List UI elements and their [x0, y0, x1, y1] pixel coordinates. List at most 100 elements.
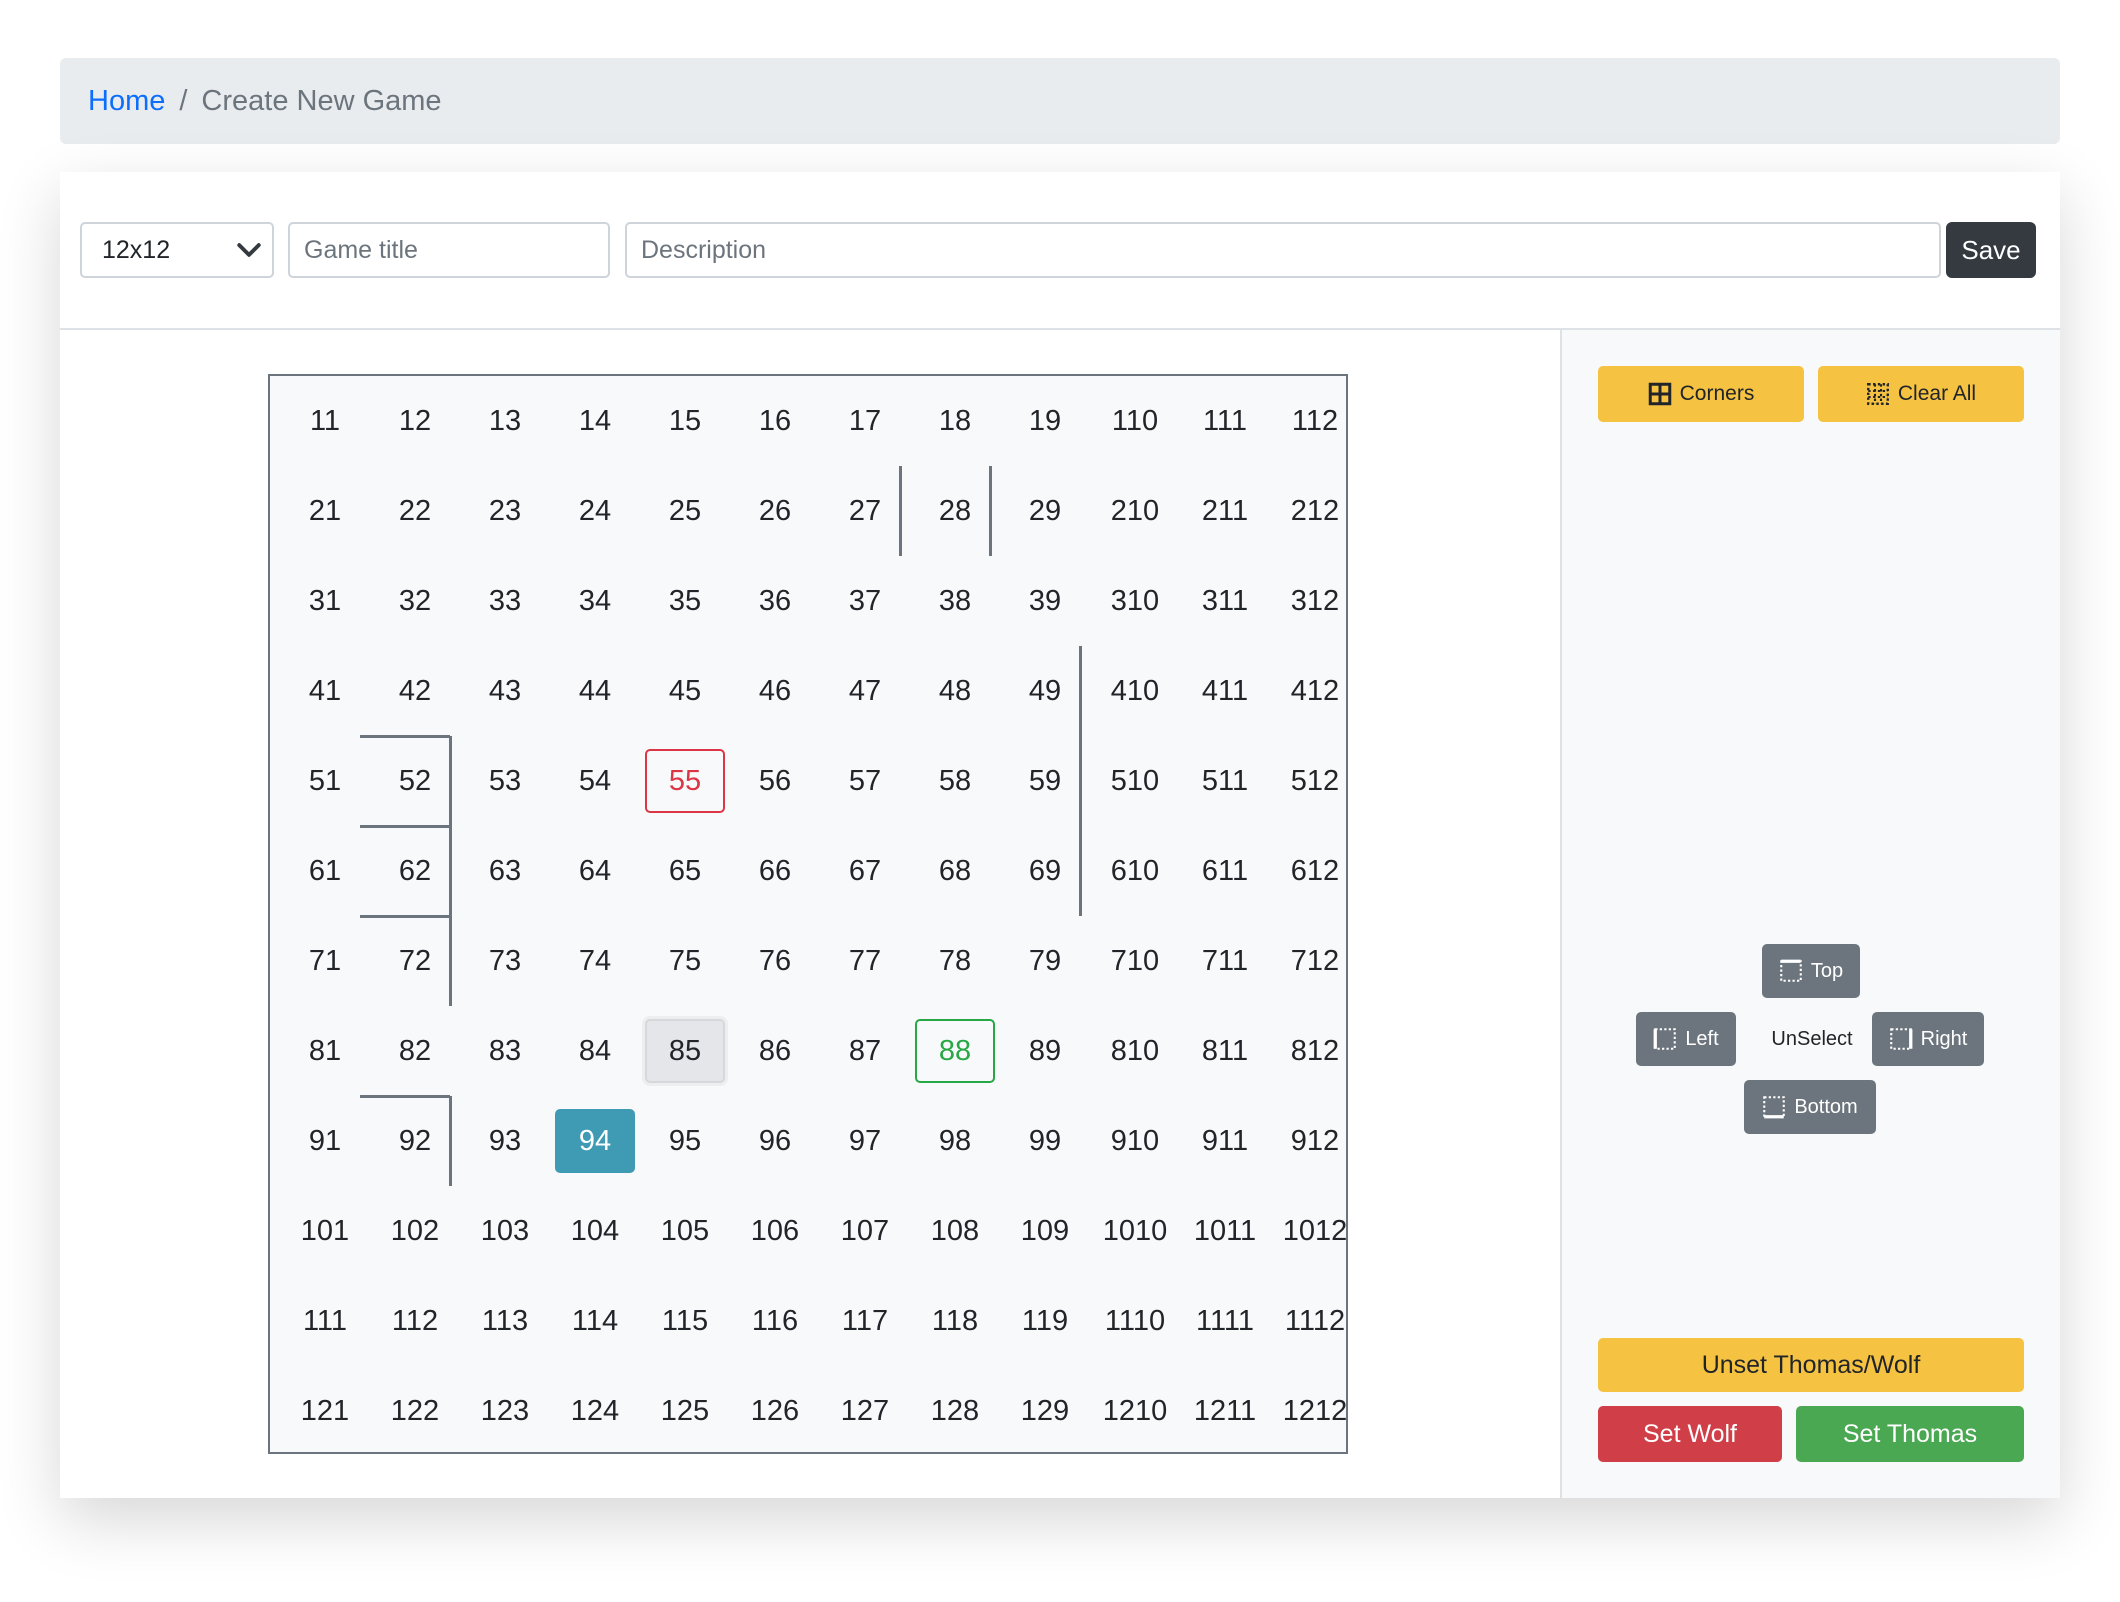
board-cell[interactable]: 72 [375, 929, 455, 993]
board-cell[interactable]: 52 [375, 749, 455, 813]
board-cell[interactable]: 86 [735, 1019, 815, 1083]
description-input[interactable]: Description [625, 222, 1941, 278]
board-cell[interactable]: 64 [555, 839, 635, 903]
board-cell[interactable]: 24 [555, 479, 635, 543]
board-cell[interactable]: 121 [285, 1379, 365, 1443]
board-cell[interactable]: 56 [735, 749, 815, 813]
board-cell[interactable]: 44 [555, 659, 635, 723]
board-cell[interactable]: 89 [1005, 1019, 1085, 1083]
board-cell[interactable]: 16 [735, 389, 815, 453]
wall-left-button[interactable]: Left [1636, 1012, 1736, 1066]
board-cell[interactable]: 48 [915, 659, 995, 723]
board-size-select[interactable]: 12x12 [80, 222, 274, 278]
board-cell[interactable]: 122 [375, 1379, 455, 1443]
board-cell[interactable]: 13 [465, 389, 545, 453]
board-cell[interactable]: 26 [735, 479, 815, 543]
board-cell[interactable]: 129 [1005, 1379, 1085, 1443]
board-cell[interactable]: 76 [735, 929, 815, 993]
board-cell[interactable]: 113 [465, 1289, 545, 1353]
board-cell[interactable]: 51 [285, 749, 365, 813]
unset-thomas-wolf-button[interactable]: Unset Thomas/Wolf [1598, 1338, 2024, 1392]
wall-bottom-button[interactable]: Bottom [1744, 1080, 1876, 1134]
board-cell[interactable]: 85 [645, 1019, 725, 1083]
board-cell[interactable]: 712 [1275, 929, 1355, 993]
board-cell[interactable]: 126 [735, 1379, 815, 1443]
wall-right-button[interactable]: Right [1872, 1012, 1984, 1066]
board-cell[interactable]: 210 [1095, 479, 1175, 543]
board-cell[interactable]: 110 [1095, 389, 1175, 453]
board-cell[interactable]: 12 [375, 389, 455, 453]
game-title-input[interactable]: Game title [288, 222, 610, 278]
board-cell[interactable]: 810 [1095, 1019, 1175, 1083]
board-cell[interactable]: 103 [465, 1199, 545, 1263]
board-cell[interactable]: 23 [465, 479, 545, 543]
set-thomas-button[interactable]: Set Thomas [1796, 1406, 2024, 1462]
board-cell[interactable]: 612 [1275, 839, 1355, 903]
board-cell[interactable]: 11 [285, 389, 365, 453]
board-cell[interactable]: 55 [645, 749, 725, 813]
board-cell[interactable]: 107 [825, 1199, 905, 1263]
board-cell[interactable]: 61 [285, 839, 365, 903]
board-cell[interactable]: 912 [1275, 1109, 1355, 1173]
board-cell[interactable]: 49 [1005, 659, 1085, 723]
board-cell[interactable]: 73 [465, 929, 545, 993]
board-cell[interactable]: 28 [915, 479, 995, 543]
board-cell[interactable]: 109 [1005, 1199, 1085, 1263]
board-cell[interactable]: 610 [1095, 839, 1175, 903]
wall-top-button[interactable]: Top [1762, 944, 1860, 998]
board-cell[interactable]: 310 [1095, 569, 1175, 633]
board-cell[interactable]: 127 [825, 1379, 905, 1443]
board-cell[interactable]: 29 [1005, 479, 1085, 543]
board-cell[interactable]: 34 [555, 569, 635, 633]
board-cell[interactable]: 94 [555, 1109, 635, 1173]
board-cell[interactable]: 312 [1275, 569, 1355, 633]
board-cell[interactable]: 1011 [1185, 1199, 1265, 1263]
board-cell[interactable]: 114 [555, 1289, 635, 1353]
board-cell[interactable]: 910 [1095, 1109, 1175, 1173]
board-cell[interactable]: 1211 [1185, 1379, 1265, 1443]
board-cell[interactable]: 17 [825, 389, 905, 453]
board-cell[interactable]: 97 [825, 1109, 905, 1173]
board-cell[interactable]: 66 [735, 839, 815, 903]
board-cell[interactable]: 75 [645, 929, 725, 993]
board-cell[interactable]: 1212 [1275, 1379, 1355, 1443]
board-cell[interactable]: 31 [285, 569, 365, 633]
board-cell[interactable]: 1112 [1275, 1289, 1355, 1353]
board-cell[interactable]: 98 [915, 1109, 995, 1173]
board-cell[interactable]: 45 [645, 659, 725, 723]
board-cell[interactable]: 74 [555, 929, 635, 993]
board-cell[interactable]: 611 [1185, 839, 1265, 903]
board-cell[interactable]: 36 [735, 569, 815, 633]
board-cell[interactable]: 95 [645, 1109, 725, 1173]
board-cell[interactable]: 112 [1275, 389, 1355, 453]
board-cell[interactable]: 811 [1185, 1019, 1265, 1083]
save-button[interactable]: Save [1946, 222, 2036, 278]
board-cell[interactable]: 77 [825, 929, 905, 993]
board-cell[interactable]: 116 [735, 1289, 815, 1353]
board-cell[interactable]: 125 [645, 1379, 725, 1443]
board-cell[interactable]: 1110 [1095, 1289, 1175, 1353]
board-cell[interactable]: 96 [735, 1109, 815, 1173]
board-cell[interactable]: 93 [465, 1109, 545, 1173]
board-cell[interactable]: 111 [1185, 389, 1265, 453]
board-cell[interactable]: 68 [915, 839, 995, 903]
board-cell[interactable]: 32 [375, 569, 455, 633]
board-cell[interactable]: 101 [285, 1199, 365, 1263]
board-cell[interactable]: 19 [1005, 389, 1085, 453]
board-cell[interactable]: 65 [645, 839, 725, 903]
board-cell[interactable]: 63 [465, 839, 545, 903]
board-cell[interactable]: 92 [375, 1109, 455, 1173]
board-cell[interactable]: 1210 [1095, 1379, 1175, 1443]
board-cell[interactable]: 57 [825, 749, 905, 813]
board-cell[interactable]: 59 [1005, 749, 1085, 813]
board-cell[interactable]: 510 [1095, 749, 1175, 813]
board-cell[interactable]: 46 [735, 659, 815, 723]
board-cell[interactable]: 14 [555, 389, 635, 453]
board-cell[interactable]: 15 [645, 389, 725, 453]
board-cell[interactable]: 67 [825, 839, 905, 903]
board-cell[interactable]: 410 [1095, 659, 1175, 723]
board-cell[interactable]: 83 [465, 1019, 545, 1083]
board-cell[interactable]: 911 [1185, 1109, 1265, 1173]
board-cell[interactable]: 119 [1005, 1289, 1085, 1353]
board-cell[interactable]: 87 [825, 1019, 905, 1083]
